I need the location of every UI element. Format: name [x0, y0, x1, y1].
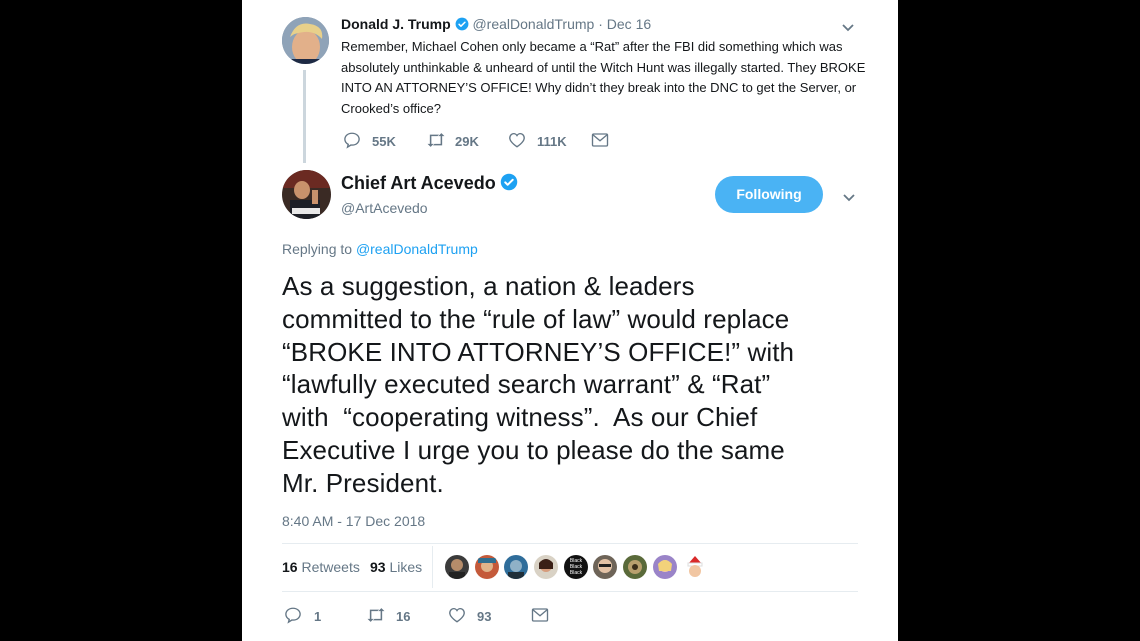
tweet-card: Donald J. Trump @realDonaldTrump · Dec 1…: [242, 0, 898, 641]
tweet1-date[interactable]: Dec 16: [607, 16, 651, 32]
tweet2-menu-chevron-icon[interactable]: [841, 189, 857, 205]
liker-avatar[interactable]: [683, 555, 707, 579]
stats-divider-top: [282, 543, 858, 544]
tweet2-text: As a suggestion, a nation & leaders comm…: [282, 270, 794, 500]
following-button[interactable]: Following: [715, 176, 823, 213]
tweet1-retweet-count[interactable]: 29K: [455, 134, 479, 149]
heart-icon[interactable]: [448, 606, 466, 624]
liker-avatar[interactable]: [623, 555, 647, 579]
liker-avatar[interactable]: [504, 555, 528, 579]
liker-avatar[interactable]: [653, 555, 677, 579]
liker-avatar-text[interactable]: Black Black Black: [564, 555, 588, 579]
tweet2-handle[interactable]: @ArtAcevedo: [341, 200, 428, 216]
like-total-label: Likes: [389, 559, 423, 575]
liker-avatar[interactable]: [593, 555, 617, 579]
tweet2-text-line: “BROKE INTO ATTORNEY’S OFFICE!” with: [282, 336, 795, 367]
tweet2-timestamp[interactable]: 8:40 AM - 17 Dec 2018: [282, 513, 425, 529]
retweets-stat[interactable]: 16 Retweets: [282, 559, 360, 575]
tweet1-author-name[interactable]: Donald J. Trump: [341, 16, 451, 32]
retweet-icon[interactable]: [366, 606, 386, 624]
replying-to-line: Replying to @realDonaldTrump: [282, 241, 478, 257]
tweet1-menu-chevron-icon[interactable]: [840, 19, 856, 35]
tweet1-handle[interactable]: @realDonaldTrump: [472, 16, 594, 32]
envelope-icon[interactable]: [591, 132, 609, 148]
liker-avatar[interactable]: [445, 555, 469, 579]
tweet2-reply-count[interactable]: 1: [314, 609, 321, 624]
verified-badge-icon: [455, 17, 469, 31]
tweet2-text-line: with “cooperating witness”. As our Chief: [282, 402, 758, 433]
tweet1-text: Remember, Michael Cohen only became a “R…: [341, 39, 866, 116]
retweet-total: 16: [282, 559, 298, 575]
replying-prefix: Replying to: [282, 241, 353, 257]
tweet2-header: Chief Art Acevedo: [341, 173, 518, 194]
tweet2-text-line: Executive I urge you to please do the sa…: [282, 434, 785, 465]
retweet-total-label: Retweets: [301, 559, 360, 575]
envelope-icon[interactable]: [531, 607, 549, 623]
reply-icon[interactable]: [343, 131, 361, 149]
retweet-icon[interactable]: [426, 131, 446, 149]
tweet2-text-line: Mr. President.: [282, 467, 444, 498]
heart-icon[interactable]: [508, 131, 526, 149]
verified-badge-icon: [500, 173, 518, 191]
liker-avatar-label: Black Black Black: [569, 558, 583, 576]
thread-connector-line: [303, 70, 306, 163]
tweet1-header: Donald J. Trump @realDonaldTrump · Dec 1…: [341, 16, 651, 32]
tweet2-text-line: “lawfully executed search warrant” & “Ra…: [282, 369, 771, 400]
tweet2-author-name[interactable]: Chief Art Acevedo: [341, 173, 496, 193]
tweet2-like-count[interactable]: 93: [477, 609, 491, 624]
tweet2-text-line: As a suggestion, a nation & leaders: [282, 271, 695, 301]
liker-avatar[interactable]: [475, 555, 499, 579]
liker-avatar[interactable]: [534, 555, 558, 579]
likes-stat[interactable]: 93 Likes: [370, 559, 422, 575]
date-separator: ·: [598, 16, 603, 32]
trump-avatar[interactable]: [282, 17, 329, 64]
tweet1-reply-count[interactable]: 55K: [372, 134, 396, 149]
like-total: 93: [370, 559, 386, 575]
replying-to-handle[interactable]: @realDonaldTrump: [356, 241, 478, 257]
stats-vertical-divider: [432, 546, 433, 588]
tweet2-retweet-count[interactable]: 16: [396, 609, 410, 624]
acevedo-avatar[interactable]: [282, 170, 331, 219]
tweet1-like-count[interactable]: 111K: [537, 134, 567, 149]
reply-icon[interactable]: [284, 606, 302, 624]
stats-divider-bottom: [282, 591, 858, 592]
tweet2-text-line: committed to the “rule of law” would rep…: [282, 303, 790, 334]
